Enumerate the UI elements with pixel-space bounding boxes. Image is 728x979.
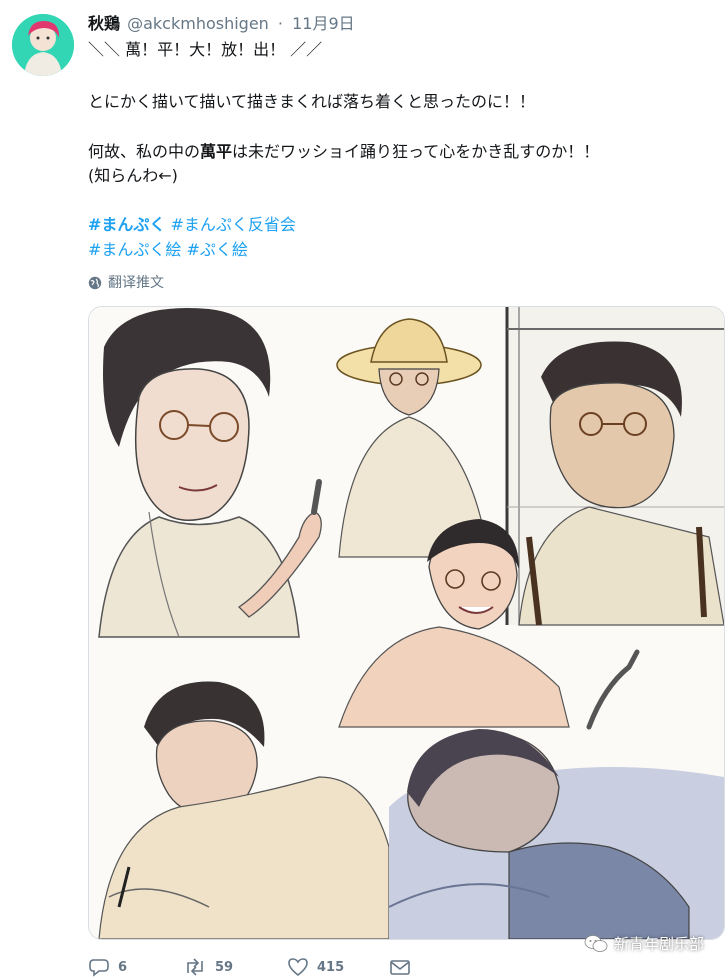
hashtag-manpuku-e[interactable]: #まんぷく絵 bbox=[88, 240, 181, 259]
reply-button[interactable]: 6 bbox=[88, 957, 183, 977]
heart-icon bbox=[288, 958, 308, 977]
retweet-count: 59 bbox=[215, 959, 234, 975]
like-button[interactable]: 415 bbox=[287, 957, 389, 977]
dm-button[interactable] bbox=[389, 957, 419, 977]
tweet-text-line-4: (知らんわ←) bbox=[88, 166, 178, 185]
watermark-text: 新青年剧乐部 bbox=[613, 935, 704, 953]
separator-dot: · bbox=[277, 14, 284, 33]
envelope-icon bbox=[390, 960, 410, 975]
line3-before: 何故、私の中の bbox=[88, 142, 201, 161]
tweet-header: 秋鶏 @akckmhoshigen · 11月9日 bbox=[88, 12, 355, 36]
illustration-artwork bbox=[89, 307, 724, 939]
wechat-icon bbox=[584, 934, 608, 952]
hashtag-manpuku-hanseikai[interactable]: #まんぷく反省会 bbox=[171, 215, 296, 234]
line3-bold: 萬平 bbox=[200, 142, 233, 161]
author-handle[interactable]: @akckmhoshigen bbox=[127, 14, 269, 33]
watermark: 新青年剧乐部 bbox=[584, 933, 704, 954]
hashtag-puku-e[interactable]: #ぷく絵 bbox=[187, 240, 248, 259]
tweet-card: 秋鶏 @akckmhoshigen · 11月9日 ＼＼ 萬！平！大！放！出！ … bbox=[0, 0, 728, 977]
globe-icon bbox=[88, 276, 102, 290]
hashtag-row-2: #まんぷく絵 #ぷく絵 bbox=[88, 238, 248, 262]
tweet-text-line-3: 何故、私の中の萬平は未だワッショイ踊り狂って心をかき乱すのか！！ bbox=[88, 140, 599, 164]
retweet-button[interactable]: 59 bbox=[183, 957, 287, 977]
hashtag-row-1: #まんぷく #まんぷく反省会 bbox=[88, 213, 296, 237]
translate-label: 翻译推文 bbox=[108, 275, 164, 291]
tweet-actions: 6 59 415 bbox=[88, 955, 419, 979]
author-name[interactable]: 秋鶏 bbox=[88, 14, 120, 33]
line3-after: は未だワッショイ踊り狂って心をかき乱すのか！！ bbox=[232, 142, 600, 161]
tweet-date[interactable]: 11月9日 bbox=[292, 14, 355, 33]
translate-tweet-link[interactable]: 翻译推文 bbox=[88, 272, 164, 294]
avatar[interactable] bbox=[12, 14, 74, 76]
hashtag-manpuku[interactable]: #まんぷく bbox=[88, 215, 165, 234]
reply-count: 6 bbox=[118, 959, 128, 975]
like-count: 415 bbox=[317, 959, 345, 975]
retweet-icon bbox=[187, 958, 203, 976]
avatar-image bbox=[12, 14, 74, 76]
tweet-media-image[interactable] bbox=[88, 306, 725, 940]
tweet-text-line-2: とにかく描いて描いて描きまくれば落ち着くと思ったのに！！ bbox=[88, 92, 536, 111]
tweet-text-line-1: ＼＼ 萬！平！大！放！出！ ／／ bbox=[88, 40, 323, 59]
reply-icon bbox=[89, 959, 109, 977]
